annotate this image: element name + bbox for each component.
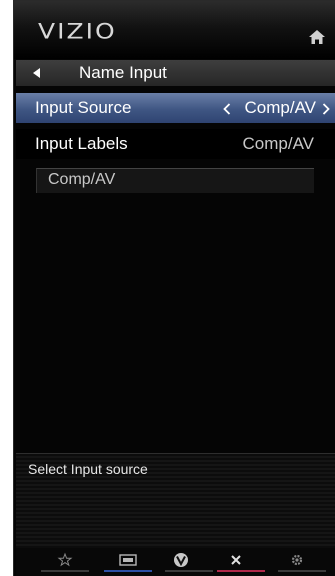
- help-area: Select Input source: [16, 454, 335, 548]
- input-icon[interactable]: [118, 552, 138, 568]
- home-icon[interactable]: [308, 28, 326, 46]
- vizio-logo: VIZIO: [38, 19, 117, 44]
- gear-icon[interactable]: [287, 552, 307, 568]
- star-underline: [41, 570, 89, 572]
- triangle-left-icon[interactable]: [30, 66, 44, 80]
- gear-underline: [278, 570, 326, 572]
- page-title: Name Input: [79, 63, 167, 82]
- chevron-right-icon[interactable]: [322, 103, 330, 115]
- vizio-v-icon[interactable]: [171, 552, 191, 568]
- menu-item-label: Input Labels: [35, 134, 128, 153]
- back-navigation-bar[interactable]: Name Input: [16, 60, 335, 86]
- help-text: Select Input source: [28, 461, 148, 477]
- input-name-field[interactable]: Comp/AV: [36, 168, 314, 193]
- tv-menu-panel: VIZIO Name Input Input Source Comp/AV In…: [13, 0, 335, 576]
- star-icon[interactable]: [55, 552, 75, 568]
- close-icon[interactable]: [226, 552, 246, 568]
- menu-item-value: Comp/AV: [242, 134, 315, 153]
- input-underline: [104, 570, 152, 572]
- menu-item-input-source[interactable]: Input Source Comp/AV: [16, 93, 335, 123]
- vizio-underline: [165, 570, 213, 572]
- menu-item-label: Input Source: [35, 98, 132, 117]
- chevron-left-icon[interactable]: [223, 103, 231, 115]
- menu-item-value: Comp/AV: [244, 98, 317, 117]
- close-underline: [217, 570, 265, 572]
- menu-header: VIZIO: [14, 1, 335, 59]
- input-name-value: Comp/AV: [48, 171, 116, 188]
- menu-item-input-labels[interactable]: Input Labels Comp/AV: [16, 129, 335, 159]
- bottom-button-bar: [16, 548, 335, 576]
